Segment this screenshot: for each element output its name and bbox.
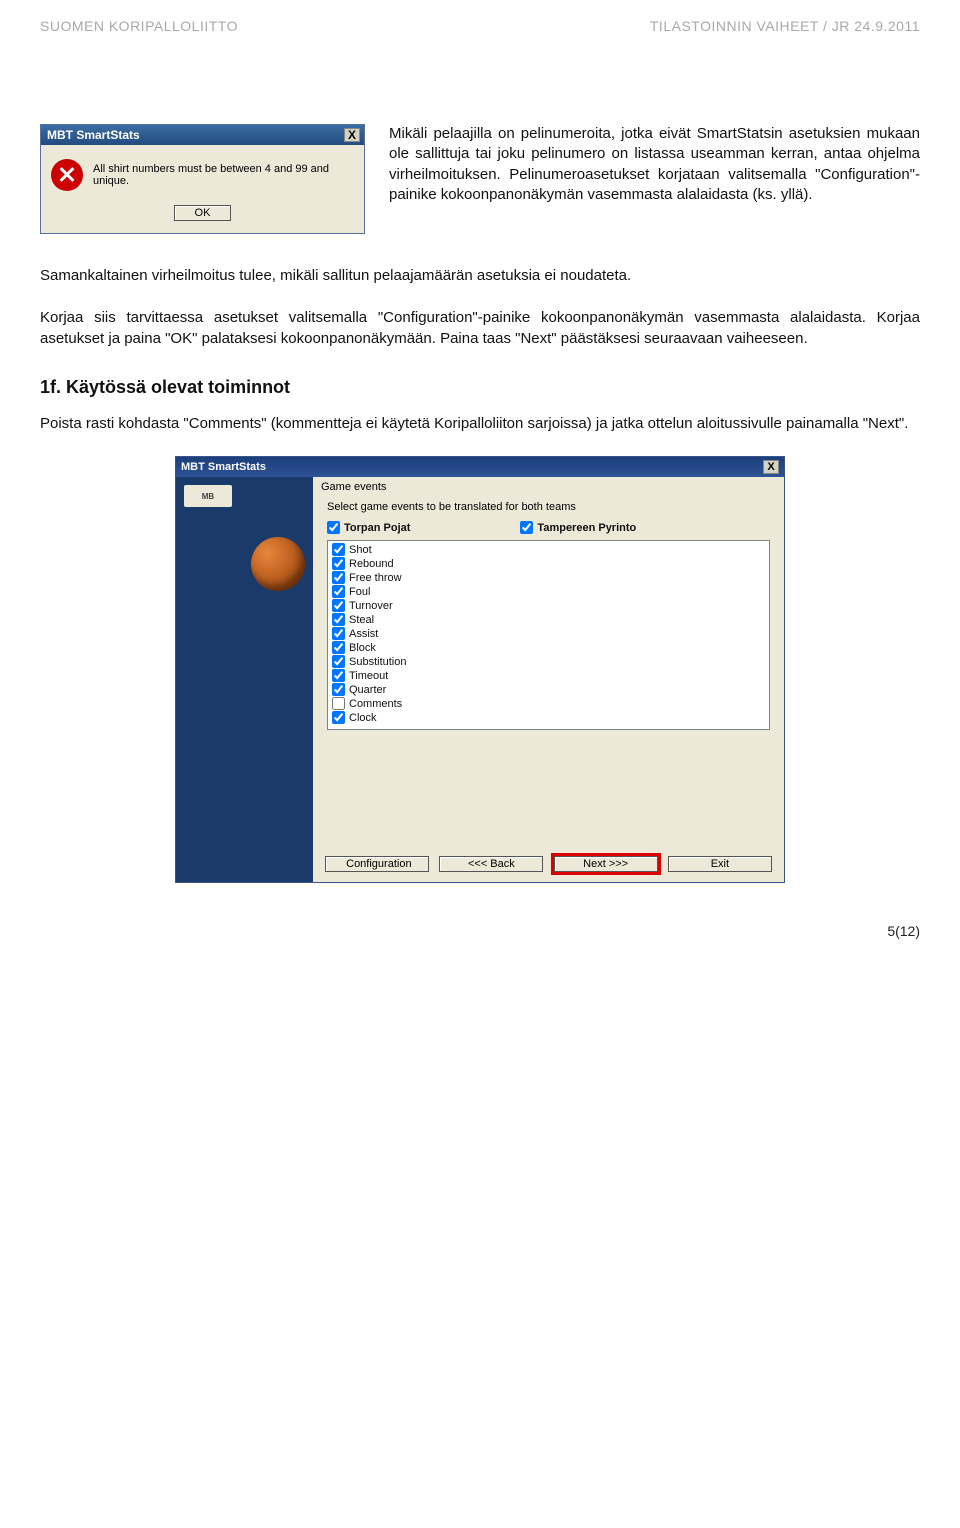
event-checkbox-input[interactable] bbox=[332, 641, 345, 654]
event-checkbox-input[interactable] bbox=[332, 585, 345, 598]
ok-button[interactable]: OK bbox=[174, 205, 232, 221]
next-button[interactable]: Next >>> bbox=[554, 856, 658, 872]
back-button[interactable]: <<< Back bbox=[439, 856, 543, 872]
team-checkbox-input[interactable] bbox=[520, 521, 533, 534]
event-checkbox-input[interactable] bbox=[332, 613, 345, 626]
event-label: Block bbox=[349, 642, 376, 654]
event-label: Shot bbox=[349, 544, 372, 556]
event-checkbox-input[interactable] bbox=[332, 655, 345, 668]
event-checkbox-input[interactable] bbox=[332, 627, 345, 640]
instruction-text: Select game events to be translated for … bbox=[327, 501, 776, 513]
page-number: 5(12) bbox=[40, 923, 920, 939]
event-checkbox[interactable]: Quarter bbox=[332, 683, 765, 696]
event-checkbox[interactable]: Rebound bbox=[332, 557, 765, 570]
error-dialog-titlebar: MBT SmartStats X bbox=[41, 125, 364, 145]
event-checkbox-input[interactable] bbox=[332, 683, 345, 696]
event-checkbox[interactable]: Assist bbox=[332, 627, 765, 640]
mb-logo: MB bbox=[184, 485, 232, 507]
close-icon[interactable]: X bbox=[763, 460, 779, 474]
doc-header-left: SUOMEN KORIPALLOLIITTO bbox=[40, 18, 238, 34]
smartstats-window: MBT SmartStats X MB SMARTSTATS FOR BASKE… bbox=[175, 456, 785, 883]
event-label: Substitution bbox=[349, 656, 406, 668]
smartstats-title: MBT SmartStats bbox=[181, 461, 266, 473]
event-label: Turnover bbox=[349, 600, 393, 612]
event-checkbox[interactable]: Shot bbox=[332, 543, 765, 556]
doc-header-right: TILASTOINNIN VAIHEET / JR 24.9.2011 bbox=[650, 18, 920, 34]
group-label: Game events bbox=[321, 481, 776, 493]
event-checkbox[interactable]: Free throw bbox=[332, 571, 765, 584]
team-label: Torpan Pojat bbox=[344, 522, 410, 534]
event-checkbox-input[interactable] bbox=[332, 697, 345, 710]
event-label: Clock bbox=[349, 712, 377, 724]
event-checkbox-input[interactable] bbox=[332, 669, 345, 682]
events-list: Shot Rebound Free throw Foul Turnover Steal As… bbox=[327, 540, 770, 730]
event-checkbox[interactable]: Clock bbox=[332, 711, 765, 724]
event-checkbox[interactable]: Comments bbox=[332, 697, 765, 710]
event-label: Free throw bbox=[349, 572, 402, 584]
error-icon bbox=[51, 159, 83, 191]
event-label: Rebound bbox=[349, 558, 394, 570]
error-message: All shirt numbers must be between 4 and … bbox=[93, 163, 354, 187]
team-checkbox-row: Torpan Pojat Tampereen Pyrinto bbox=[327, 521, 776, 534]
event-checkbox[interactable]: Substitution bbox=[332, 655, 765, 668]
error-dialog-title: MBT SmartStats bbox=[47, 128, 140, 142]
event-checkbox[interactable]: Steal bbox=[332, 613, 765, 626]
paragraph-3: Korjaa siis tarvittaessa asetukset valit… bbox=[40, 308, 920, 349]
exit-button[interactable]: Exit bbox=[668, 856, 772, 872]
section-heading-1f: 1f. Käytössä olevat toiminnot bbox=[40, 377, 920, 398]
smartstats-sidebar-graphic: MB SMARTSTATS FOR BASKETBALL bbox=[176, 477, 313, 882]
event-checkbox-input[interactable] bbox=[332, 571, 345, 584]
smartstats-titlebar: MBT SmartStats X bbox=[176, 457, 784, 477]
event-label: Foul bbox=[349, 586, 370, 598]
team-checkbox[interactable]: Torpan Pojat bbox=[327, 521, 410, 534]
event-label: Comments bbox=[349, 698, 402, 710]
event-checkbox[interactable]: Foul bbox=[332, 585, 765, 598]
document-header: SUOMEN KORIPALLOLIITTO TILASTOINNIN VAIH… bbox=[40, 18, 920, 34]
configuration-button[interactable]: Configuration bbox=[325, 856, 429, 872]
event-checkbox-input[interactable] bbox=[332, 711, 345, 724]
event-checkbox[interactable]: Turnover bbox=[332, 599, 765, 612]
event-label: Assist bbox=[349, 628, 378, 640]
team-label: Tampereen Pyrinto bbox=[537, 522, 636, 534]
team-checkbox[interactable]: Tampereen Pyrinto bbox=[520, 521, 636, 534]
paragraph-2: Samankaltainen virheilmoitus tulee, mikä… bbox=[40, 266, 920, 286]
event-checkbox-input[interactable] bbox=[332, 557, 345, 570]
event-checkbox[interactable]: Block bbox=[332, 641, 765, 654]
event-label: Timeout bbox=[349, 670, 388, 682]
close-icon[interactable]: X bbox=[344, 128, 360, 142]
event-label: Steal bbox=[349, 614, 374, 626]
paragraph-4: Poista rasti kohdasta "Comments" (kommen… bbox=[40, 414, 920, 434]
event-label: Quarter bbox=[349, 684, 386, 696]
basketball-icon bbox=[251, 537, 305, 591]
paragraph-1: Mikäli pelaajilla on pelinumeroita, jotk… bbox=[389, 124, 920, 234]
event-checkbox-input[interactable] bbox=[332, 543, 345, 556]
error-dialog: MBT SmartStats X All shirt numbers must … bbox=[40, 124, 365, 234]
event-checkbox[interactable]: Timeout bbox=[332, 669, 765, 682]
team-checkbox-input[interactable] bbox=[327, 521, 340, 534]
event-checkbox-input[interactable] bbox=[332, 599, 345, 612]
